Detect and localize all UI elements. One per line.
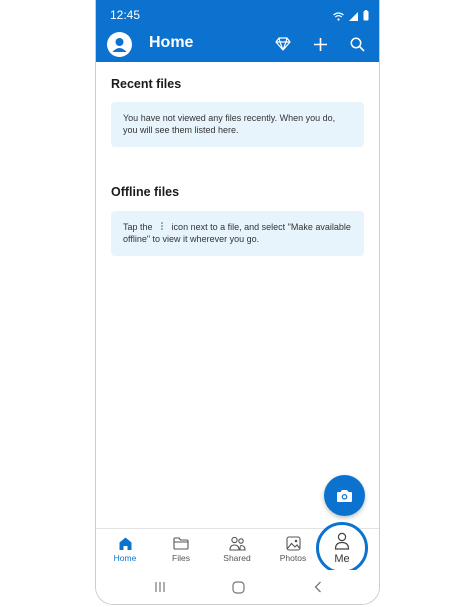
status-bar: 12:45	[96, 0, 379, 28]
recent-files-message: You have not viewed any files recently. …	[123, 113, 336, 135]
status-icons	[333, 8, 369, 26]
home-icon	[100, 535, 150, 551]
offline-files-heading: Offline files	[111, 185, 180, 199]
recent-files-heading: Recent files	[111, 77, 182, 91]
camera-scan-button[interactable]	[324, 475, 365, 516]
status-time: 12:45	[110, 8, 141, 22]
nav-shared-label: Shared	[223, 553, 251, 563]
recent-apps-icon[interactable]	[153, 580, 167, 594]
person-icon	[112, 38, 127, 52]
more-options-icon	[155, 221, 169, 233]
phone-screen: 12:45 Home Recent files You have not vie…	[95, 0, 380, 605]
home-button-icon[interactable]	[231, 580, 245, 594]
nav-me-label: Me	[334, 552, 350, 565]
nav-photos[interactable]: Photos	[268, 535, 318, 563]
nav-photos-label: Photos	[279, 553, 307, 563]
nav-shared[interactable]: Shared	[212, 535, 262, 563]
camera-icon	[337, 489, 352, 502]
offline-message-start: Tap the	[123, 222, 153, 232]
nav-files[interactable]: Files	[156, 535, 206, 563]
recent-files-empty-card: You have not viewed any files recently. …	[111, 102, 364, 147]
signal-icon	[349, 8, 358, 26]
search-icon[interactable]	[347, 34, 367, 54]
nav-home-label: Home	[113, 553, 137, 563]
page-title: Home	[149, 34, 194, 51]
nav-home[interactable]: Home	[100, 535, 150, 563]
premium-diamond-icon[interactable]	[273, 34, 293, 54]
person-outline-icon	[334, 532, 350, 553]
avatar[interactable]	[107, 32, 132, 57]
nav-files-label: Files	[172, 553, 190, 563]
people-icon	[212, 535, 262, 551]
back-icon[interactable]	[311, 580, 325, 594]
app-bar: Home	[96, 28, 379, 62]
offline-files-card: Tap the icon next to a file, and select …	[111, 211, 364, 256]
wifi-icon	[333, 8, 344, 26]
add-icon[interactable]	[310, 34, 330, 54]
image-icon	[268, 535, 318, 551]
nav-me[interactable]: Me	[316, 522, 368, 574]
system-navigation-bar	[96, 570, 379, 604]
battery-icon	[363, 8, 369, 26]
folder-icon	[156, 535, 206, 551]
